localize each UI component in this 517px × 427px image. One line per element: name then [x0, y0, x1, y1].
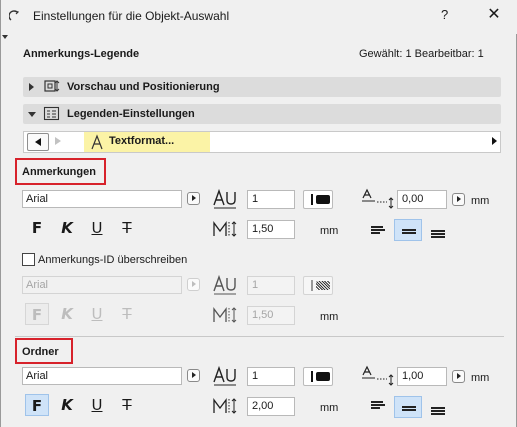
dialog-menu-caret-icon[interactable] [2, 35, 8, 39]
annotations-size-unit: mm [320, 225, 339, 237]
title-bar[interactable]: Einstellungen für die Objekt-Auswahl ? ✕ [1, 0, 517, 34]
id-override-italic-button[interactable]: K [55, 303, 79, 325]
id-override-size-unit: mm [320, 311, 339, 323]
preview-position-icon [44, 80, 60, 92]
annotations-offset-field[interactable]: 0,00 [397, 190, 447, 209]
annotations-font-select[interactable]: Arial [22, 190, 182, 208]
id-override-size-field[interactable]: 1,50 [247, 306, 295, 325]
folder-italic-button[interactable]: K [55, 394, 79, 416]
tab-textformat[interactable]: Textformat... [84, 132, 210, 152]
folder-align-left-button[interactable] [364, 396, 392, 418]
folder-pen-weight-icon [213, 365, 236, 386]
annotations-offset-arrow-button[interactable] [452, 193, 465, 206]
text-size-icon [213, 221, 237, 237]
pen-weight-disabled-icon [213, 274, 236, 295]
text-offset-icon [362, 188, 394, 209]
id-override-font-arrow-button[interactable] [187, 278, 200, 291]
folder-text-offset-icon [362, 365, 394, 386]
selection-status: Gewählt: 1 Bearbeitbar: 1 [359, 48, 484, 60]
annotations-strike-button[interactable]: T [115, 217, 139, 239]
panel-preview-header[interactable]: Vorschau und Positionierung [23, 77, 501, 97]
arrow-left-icon [35, 138, 41, 146]
folder-bold-button[interactable]: F [25, 394, 49, 416]
folder-offset-field[interactable]: 1,00 [397, 367, 447, 386]
pen-weight-icon [213, 188, 236, 209]
id-override-pen-field[interactable]: 1 [247, 276, 295, 295]
folder-font-arrow-button[interactable] [187, 369, 200, 382]
annotations-pen-field[interactable]: 1 [247, 190, 295, 209]
folder-color-chip[interactable] [303, 367, 333, 386]
window-title: Einstellungen für die Objekt-Auswahl [33, 9, 230, 23]
section-divider [15, 336, 504, 337]
folder-pen-field[interactable]: 1 [247, 367, 295, 386]
tab-bar: Textformat... [23, 131, 501, 153]
folder-offset-arrow-button[interactable] [452, 370, 465, 383]
annotations-color-chip[interactable] [303, 190, 333, 209]
folder-underline-button[interactable]: U [85, 394, 109, 416]
folder-size-field[interactable]: 2,00 [247, 397, 295, 416]
expand-arrow-icon [29, 83, 34, 91]
tab-textformat-label: Textformat... [109, 135, 175, 147]
folder-heading: Ordner [22, 346, 59, 358]
help-button[interactable]: ? [441, 7, 448, 22]
folder-size-unit: mm [320, 402, 339, 414]
id-override-strike-button[interactable]: T [115, 303, 139, 325]
folder-font-select[interactable]: Arial [22, 367, 182, 385]
folder-align-center-button[interactable] [394, 396, 422, 418]
folder-text-size-icon [213, 398, 237, 414]
text-format-icon [91, 134, 103, 150]
annotations-align-center-button[interactable] [394, 219, 422, 241]
folder-offset-unit: mm [471, 372, 490, 384]
folder-strike-button[interactable]: T [115, 394, 139, 416]
panel-legend-header[interactable]: Legenden-Einstellungen [23, 104, 501, 124]
collapse-arrow-icon [28, 112, 36, 117]
tab-prev-button[interactable] [27, 133, 49, 151]
annotations-font-arrow-button[interactable] [187, 192, 200, 205]
annotations-italic-button[interactable]: K [55, 217, 79, 239]
id-override-label: Anmerkungs-ID überschreiben [38, 254, 188, 266]
id-override-checkbox[interactable] [22, 253, 35, 266]
annotations-align-left-button[interactable] [364, 219, 392, 241]
annotations-size-field[interactable]: 1,50 [247, 220, 295, 239]
app-icon [9, 10, 20, 21]
close-button[interactable]: ✕ [485, 4, 503, 24]
legend-settings-icon [43, 106, 60, 121]
annotations-offset-unit: mm [471, 195, 490, 207]
settings-dialog: Einstellungen für die Objekt-Auswahl ? ✕… [0, 0, 517, 427]
annotations-align-bottom-button[interactable] [424, 219, 452, 241]
panel-legend-label: Legenden-Einstellungen [67, 108, 195, 120]
text-size-disabled-icon [213, 307, 237, 323]
id-override-color-chip[interactable] [303, 276, 333, 295]
tab-scroll-right-icon[interactable] [492, 137, 497, 145]
id-override-font-select[interactable]: Arial [22, 276, 182, 294]
tab-next-button[interactable] [55, 137, 61, 145]
id-override-bold-button[interactable]: F [25, 303, 49, 325]
id-override-underline-button[interactable]: U [85, 303, 109, 325]
annotations-heading: Anmerkungen [22, 166, 96, 178]
section-title: Anmerkungs-Legende [23, 48, 140, 60]
folder-align-bottom-button[interactable] [424, 396, 452, 418]
panel-preview-label: Vorschau und Positionierung [67, 81, 220, 93]
annotations-bold-button[interactable]: F [25, 217, 49, 239]
annotations-underline-button[interactable]: U [85, 217, 109, 239]
